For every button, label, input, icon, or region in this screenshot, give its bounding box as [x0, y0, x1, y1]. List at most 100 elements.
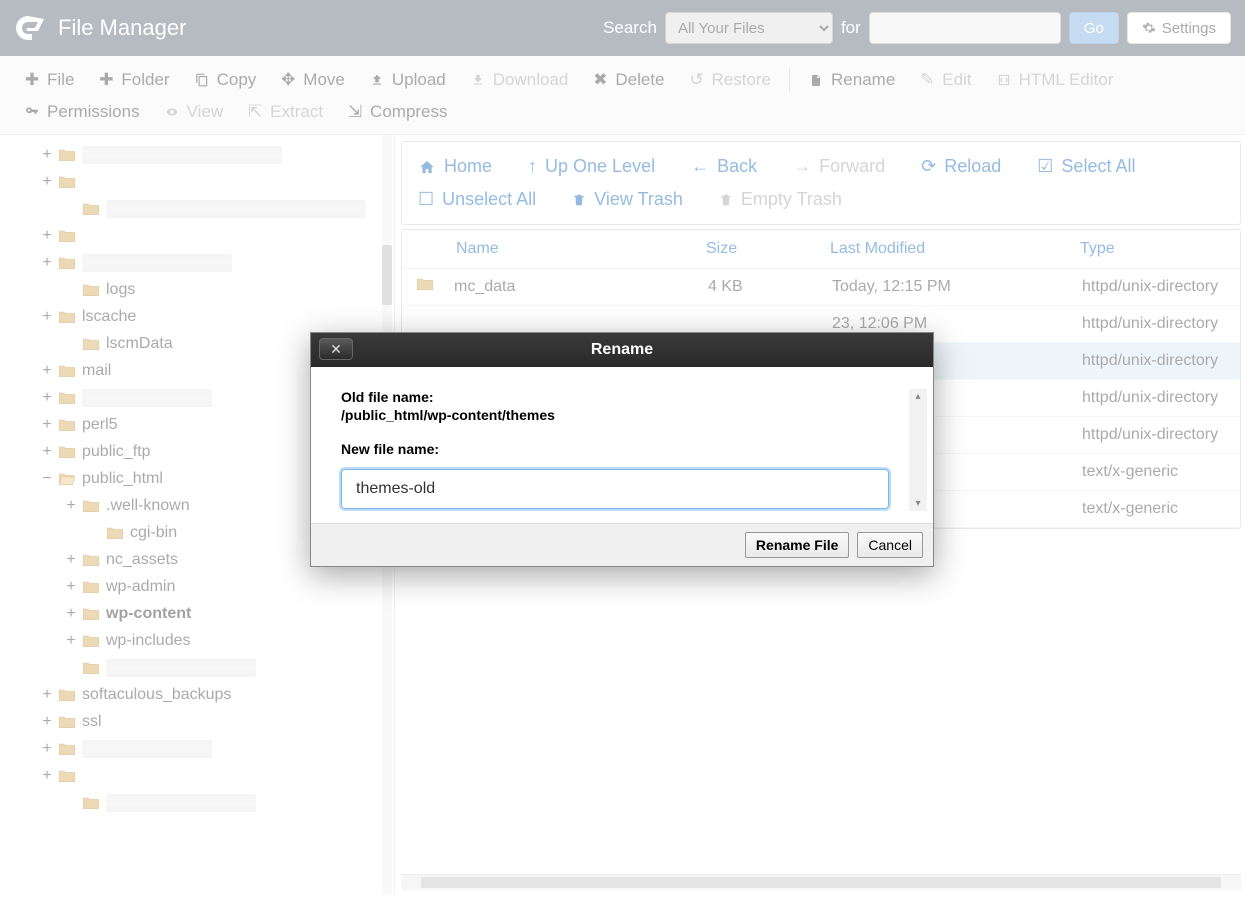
dialog-titlebar[interactable]: ✕ Rename: [311, 333, 933, 367]
folder-icon: [82, 580, 100, 594]
col-modified[interactable]: Last Modified: [830, 240, 1080, 258]
navigation-bar: Home ↑Up One Level ←Back →Forward ⟳Reloa…: [401, 141, 1241, 225]
cell-name: mc_data: [454, 278, 708, 296]
col-type[interactable]: Type: [1080, 240, 1226, 258]
new-name-input[interactable]: [341, 469, 889, 509]
cancel-button[interactable]: Cancel: [857, 532, 923, 558]
rename-file-button[interactable]: Rename File: [745, 532, 849, 558]
folder-icon: [58, 364, 76, 378]
file-row[interactable]: mc_data4 KBToday, 12:15 PMhttpd/unix-dir…: [402, 269, 1240, 306]
tree-row[interactable]: +: [10, 222, 394, 249]
folder-icon: [82, 634, 100, 648]
redacted-label: [106, 659, 256, 677]
tree-row[interactable]: logs: [10, 276, 394, 303]
tree-row[interactable]: +: [10, 141, 394, 168]
spacer: [64, 283, 78, 297]
tree-row[interactable]: +: [10, 762, 394, 789]
toolbar-view: View: [152, 96, 236, 128]
toolbar-permissions[interactable]: Permissions: [12, 96, 152, 128]
toolbar-compress[interactable]: ⇲Compress: [335, 96, 459, 128]
dialog-scrollbar[interactable]: ▴ ▾: [909, 389, 927, 511]
expand-icon[interactable]: +: [40, 364, 54, 378]
compress-icon: ⇲: [347, 104, 363, 120]
search-input[interactable]: [869, 12, 1061, 44]
expand-icon[interactable]: +: [64, 634, 78, 648]
trash-icon: [719, 192, 733, 208]
search-scope-select[interactable]: All Your Files: [665, 12, 833, 44]
expand-icon[interactable]: +: [40, 148, 54, 162]
toolbar-copy[interactable]: Copy: [182, 64, 269, 96]
tree-row[interactable]: [10, 654, 394, 681]
expand-icon[interactable]: +: [40, 688, 54, 702]
tree-label: softaculous_backups: [82, 686, 231, 704]
expand-icon[interactable]: +: [40, 418, 54, 432]
scroll-up-icon: ▴: [909, 389, 927, 404]
col-size[interactable]: Size: [706, 240, 830, 258]
nav-unselect-all[interactable]: ☐Unselect All: [412, 183, 542, 216]
expand-icon[interactable]: +: [64, 607, 78, 621]
toolbar-restore: ↺Restore: [676, 64, 783, 96]
tree-label: .well-known: [106, 497, 190, 515]
expand-icon[interactable]: +: [40, 742, 54, 756]
tree-row[interactable]: +lscache: [10, 303, 394, 330]
spacer: [64, 337, 78, 351]
tree-label: mail: [82, 362, 111, 380]
toolbar-move[interactable]: ✥Move: [268, 64, 357, 96]
search-label: Search: [603, 18, 657, 38]
tree-label: perl5: [82, 416, 118, 434]
arrow-left-icon: ←: [691, 156, 709, 177]
settings-button[interactable]: Settings: [1127, 12, 1231, 44]
expand-icon[interactable]: +: [40, 445, 54, 459]
content-hscroll[interactable]: [401, 874, 1241, 890]
tree-row[interactable]: +wp-admin: [10, 573, 394, 600]
expand-icon[interactable]: +: [40, 715, 54, 729]
tree-row[interactable]: [10, 789, 394, 816]
expand-icon[interactable]: +: [64, 580, 78, 594]
expand-icon[interactable]: +: [40, 229, 54, 243]
tree-row[interactable]: + softaculous_backups: [10, 681, 394, 708]
upload-icon: [369, 72, 385, 88]
spacer: [64, 796, 78, 810]
col-name[interactable]: Name: [456, 240, 706, 258]
toolbar-rename[interactable]: Rename: [796, 64, 907, 96]
tree-row[interactable]: +ssl: [10, 708, 394, 735]
expand-icon[interactable]: +: [40, 310, 54, 324]
nav-up[interactable]: ↑Up One Level: [522, 150, 661, 183]
go-button[interactable]: Go: [1069, 12, 1119, 44]
key-icon: [24, 104, 40, 120]
collapse-icon[interactable]: −: [40, 472, 54, 486]
toolbar-file[interactable]: ✚File: [12, 64, 86, 96]
cell-type: httpd/unix-directory: [1082, 315, 1226, 333]
expand-icon[interactable]: +: [40, 769, 54, 783]
copy-icon: [194, 72, 210, 88]
expand-icon[interactable]: +: [40, 256, 54, 270]
expand-icon[interactable]: +: [40, 175, 54, 189]
main-toolbar: ✚File ✚Folder Copy ✥Move Upload Download…: [0, 56, 1245, 135]
close-button[interactable]: ✕: [319, 338, 353, 360]
expand-icon[interactable]: +: [64, 499, 78, 513]
app-title: File Manager: [58, 15, 186, 41]
nav-home[interactable]: Home: [412, 150, 498, 183]
tree-row[interactable]: +wp-includes: [10, 627, 394, 654]
folder-icon: [58, 445, 76, 459]
nav-reload[interactable]: ⟳Reload: [915, 150, 1007, 183]
expand-icon[interactable]: +: [40, 391, 54, 405]
spacer: [64, 661, 78, 675]
cpanel-logo: [14, 12, 46, 44]
folder-icon: [58, 472, 76, 486]
expand-icon[interactable]: +: [64, 553, 78, 567]
toolbar-upload[interactable]: Upload: [357, 64, 458, 96]
tree-row[interactable]: +: [10, 168, 394, 195]
tree-row[interactable]: +wp-content: [10, 600, 394, 627]
nav-view-trash[interactable]: View Trash: [566, 183, 689, 216]
cell-type: httpd/unix-directory: [1082, 426, 1226, 444]
nav-select-all[interactable]: ☑Select All: [1031, 150, 1141, 183]
toolbar-delete[interactable]: ✖Delete: [580, 64, 676, 96]
tree-row[interactable]: [10, 195, 394, 222]
tree-row[interactable]: +: [10, 735, 394, 762]
tree-row[interactable]: +: [10, 249, 394, 276]
uncheck-icon: ☐: [418, 189, 434, 210]
nav-back[interactable]: ←Back: [685, 150, 763, 183]
toolbar-folder[interactable]: ✚Folder: [86, 64, 181, 96]
file-list-header[interactable]: Name Size Last Modified Type: [402, 230, 1240, 269]
